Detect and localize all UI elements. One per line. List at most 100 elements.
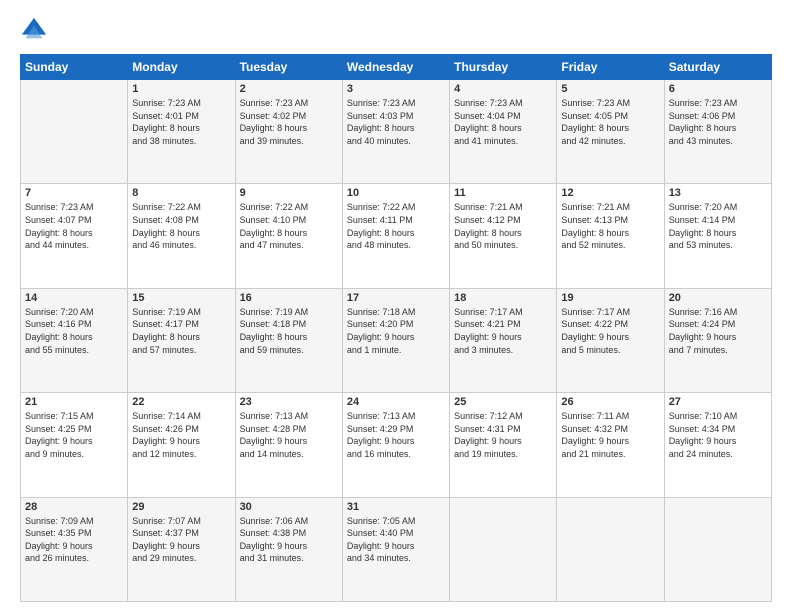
day-number: 5 [561,83,659,95]
calendar-cell: 13 Sunrise: 7:20 AM Sunset: 4:14 PM Dayli… [664,184,771,288]
day-number: 3 [347,83,445,95]
day-info: Sunrise: 7:10 AM Sunset: 4:34 PM Dayligh… [669,410,767,460]
day-number: 24 [347,396,445,408]
calendar-cell: 2 Sunrise: 7:23 AM Sunset: 4:02 PM Daylig… [235,80,342,184]
day-number: 30 [240,501,338,513]
calendar-cell [664,497,771,601]
day-number: 29 [132,501,230,513]
day-info: Sunrise: 7:13 AM Sunset: 4:28 PM Dayligh… [240,410,338,460]
day-info: Sunrise: 7:16 AM Sunset: 4:24 PM Dayligh… [669,306,767,356]
calendar-cell [21,80,128,184]
day-info: Sunrise: 7:05 AM Sunset: 4:40 PM Dayligh… [347,515,445,565]
calendar-cell: 12 Sunrise: 7:21 AM Sunset: 4:13 PM Dayli… [557,184,664,288]
calendar-table: SundayMondayTuesdayWednesdayThursdayFrid… [20,54,772,602]
day-number: 7 [25,187,123,199]
col-header-thursday: Thursday [450,55,557,80]
calendar-cell: 20 Sunrise: 7:16 AM Sunset: 4:24 PM Dayli… [664,288,771,392]
col-header-wednesday: Wednesday [342,55,449,80]
week-row-2: 7 Sunrise: 7:23 AM Sunset: 4:07 PM Daylig… [21,184,772,288]
calendar-cell: 18 Sunrise: 7:17 AM Sunset: 4:21 PM Dayli… [450,288,557,392]
calendar-cell: 5 Sunrise: 7:23 AM Sunset: 4:05 PM Daylig… [557,80,664,184]
week-row-5: 28Sunrise: 7:09 AM Sunset: 4:35 PM Dayli… [21,497,772,601]
calendar-cell: 21 Sunrise: 7:15 AM Sunset: 4:25 PM Dayli… [21,393,128,497]
day-info: Sunrise: 7:23 AM Sunset: 4:04 PM Dayligh… [454,97,552,147]
day-info: Sunrise: 7:18 AM Sunset: 4:20 PM Dayligh… [347,306,445,356]
day-number: 13 [669,187,767,199]
calendar-cell: 27 Sunrise: 7:10 AM Sunset: 4:34 PM Dayli… [664,393,771,497]
calendar-cell: 31Sunrise: 7:05 AM Sunset: 4:40 PM Dayli… [342,497,449,601]
day-number: 10 [347,187,445,199]
day-number: 20 [669,292,767,304]
day-info: Sunrise: 7:23 AM Sunset: 4:07 PM Dayligh… [25,201,123,251]
calendar-cell: 28Sunrise: 7:09 AM Sunset: 4:35 PM Dayli… [21,497,128,601]
calendar-cell: 22 Sunrise: 7:14 AM Sunset: 4:26 PM Dayli… [128,393,235,497]
calendar-cell: 14Sunrise: 7:20 AM Sunset: 4:16 PM Dayli… [21,288,128,392]
day-info: Sunrise: 7:15 AM Sunset: 4:25 PM Dayligh… [25,410,123,460]
day-number: 15 [132,292,230,304]
day-info: Sunrise: 7:17 AM Sunset: 4:22 PM Dayligh… [561,306,659,356]
calendar-cell: 17 Sunrise: 7:18 AM Sunset: 4:20 PM Dayli… [342,288,449,392]
calendar-cell: 3 Sunrise: 7:23 AM Sunset: 4:03 PM Daylig… [342,80,449,184]
calendar-cell: 6Sunrise: 7:23 AM Sunset: 4:06 PM Daylig… [664,80,771,184]
week-row-1: 1 Sunrise: 7:23 AM Sunset: 4:01 PM Daylig… [21,80,772,184]
day-number: 19 [561,292,659,304]
day-info: Sunrise: 7:13 AM Sunset: 4:29 PM Dayligh… [347,410,445,460]
calendar-cell: 1 Sunrise: 7:23 AM Sunset: 4:01 PM Daylig… [128,80,235,184]
calendar-cell: 25Sunrise: 7:12 AM Sunset: 4:31 PM Dayli… [450,393,557,497]
col-header-friday: Friday [557,55,664,80]
calendar-cell: 11 Sunrise: 7:21 AM Sunset: 4:12 PM Dayli… [450,184,557,288]
day-number: 27 [669,396,767,408]
day-number: 22 [132,396,230,408]
logo-icon [20,16,48,44]
col-header-monday: Monday [128,55,235,80]
calendar-cell: 26 Sunrise: 7:11 AM Sunset: 4:32 PM Dayli… [557,393,664,497]
day-info: Sunrise: 7:09 AM Sunset: 4:35 PM Dayligh… [25,515,123,565]
calendar-cell: 19 Sunrise: 7:17 AM Sunset: 4:22 PM Dayli… [557,288,664,392]
calendar-cell: 4 Sunrise: 7:23 AM Sunset: 4:04 PM Daylig… [450,80,557,184]
calendar-cell: 24 Sunrise: 7:13 AM Sunset: 4:29 PM Dayli… [342,393,449,497]
day-number: 21 [25,396,123,408]
day-info: Sunrise: 7:17 AM Sunset: 4:21 PM Dayligh… [454,306,552,356]
day-number: 9 [240,187,338,199]
day-number: 23 [240,396,338,408]
day-info: Sunrise: 7:20 AM Sunset: 4:14 PM Dayligh… [669,201,767,251]
day-number: 1 [132,83,230,95]
day-number: 4 [454,83,552,95]
week-row-3: 14Sunrise: 7:20 AM Sunset: 4:16 PM Dayli… [21,288,772,392]
day-info: Sunrise: 7:21 AM Sunset: 4:13 PM Dayligh… [561,201,659,251]
day-info: Sunrise: 7:21 AM Sunset: 4:12 PM Dayligh… [454,201,552,251]
day-number: 18 [454,292,552,304]
day-number: 11 [454,187,552,199]
day-info: Sunrise: 7:19 AM Sunset: 4:17 PM Dayligh… [132,306,230,356]
day-info: Sunrise: 7:23 AM Sunset: 4:02 PM Dayligh… [240,97,338,147]
calendar-cell: 9 Sunrise: 7:22 AM Sunset: 4:10 PM Daylig… [235,184,342,288]
day-info: Sunrise: 7:23 AM Sunset: 4:06 PM Dayligh… [669,97,767,147]
calendar-cell: 10Sunrise: 7:22 AM Sunset: 4:11 PM Dayli… [342,184,449,288]
day-info: Sunrise: 7:23 AM Sunset: 4:03 PM Dayligh… [347,97,445,147]
calendar-cell [450,497,557,601]
col-header-sunday: Sunday [21,55,128,80]
day-info: Sunrise: 7:23 AM Sunset: 4:01 PM Dayligh… [132,97,230,147]
day-info: Sunrise: 7:22 AM Sunset: 4:10 PM Dayligh… [240,201,338,251]
calendar-cell: 7 Sunrise: 7:23 AM Sunset: 4:07 PM Daylig… [21,184,128,288]
calendar-cell: 16Sunrise: 7:19 AM Sunset: 4:18 PM Dayli… [235,288,342,392]
day-number: 26 [561,396,659,408]
calendar-cell: 8 Sunrise: 7:22 AM Sunset: 4:08 PM Daylig… [128,184,235,288]
day-info: Sunrise: 7:14 AM Sunset: 4:26 PM Dayligh… [132,410,230,460]
calendar-cell: 30Sunrise: 7:06 AM Sunset: 4:38 PM Dayli… [235,497,342,601]
day-info: Sunrise: 7:23 AM Sunset: 4:05 PM Dayligh… [561,97,659,147]
calendar-cell [557,497,664,601]
week-row-4: 21 Sunrise: 7:15 AM Sunset: 4:25 PM Dayli… [21,393,772,497]
day-number: 17 [347,292,445,304]
day-number: 12 [561,187,659,199]
day-info: Sunrise: 7:20 AM Sunset: 4:16 PM Dayligh… [25,306,123,356]
day-number: 2 [240,83,338,95]
day-number: 16 [240,292,338,304]
day-info: Sunrise: 7:22 AM Sunset: 4:08 PM Dayligh… [132,201,230,251]
day-info: Sunrise: 7:11 AM Sunset: 4:32 PM Dayligh… [561,410,659,460]
col-header-saturday: Saturday [664,55,771,80]
page: SundayMondayTuesdayWednesdayThursdayFrid… [0,0,792,612]
calendar-cell: 15 Sunrise: 7:19 AM Sunset: 4:17 PM Dayli… [128,288,235,392]
day-number: 8 [132,187,230,199]
calendar-cell: 23 Sunrise: 7:13 AM Sunset: 4:28 PM Dayli… [235,393,342,497]
